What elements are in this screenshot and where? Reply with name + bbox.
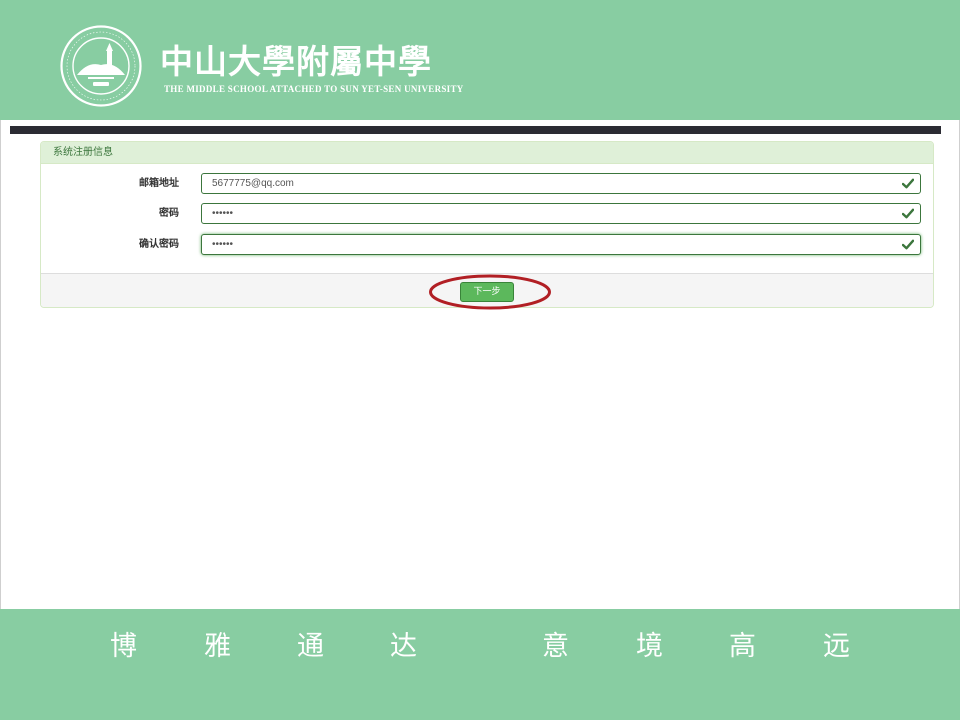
password-row: 密码 •••••• (41, 203, 933, 225)
school-name-en: THE MIDDLE SCHOOL ATTACHED TO SUN YET-SE… (164, 84, 464, 94)
motto-char: 通 (297, 631, 324, 662)
confirm-password-value: •••••• (212, 239, 234, 250)
password-value: •••••• (212, 208, 234, 219)
panel-title: 系统注册信息 (41, 142, 933, 164)
email-row: 邮箱地址 5677775@qq.com (41, 173, 933, 195)
page-footer: 博 雅 通 达 意 境 高 远 (0, 609, 960, 720)
header-divider-bar (10, 126, 941, 134)
motto-char: 博 (110, 631, 137, 662)
motto-char: 意 (542, 631, 569, 662)
page-header: 中山大學附屬中學 THE MIDDLE SCHOOL ATTACHED TO S… (0, 0, 960, 120)
check-icon (902, 239, 914, 250)
confirm-password-field[interactable]: •••••• (201, 234, 921, 255)
motto-char: 高 (729, 631, 756, 662)
password-label: 密码 (159, 208, 179, 219)
email-field[interactable]: 5677775@qq.com (201, 173, 921, 194)
motto-char: 雅 (204, 631, 231, 662)
left-border-line (0, 120, 1, 609)
school-seal-icon (60, 25, 142, 107)
highlight-ellipse (429, 274, 551, 310)
email-value: 5677775@qq.com (212, 178, 294, 189)
motto-char: 境 (636, 631, 663, 662)
email-label: 邮箱地址 (139, 178, 179, 189)
confirm-password-label: 确认密码 (139, 239, 179, 250)
check-icon (902, 178, 914, 189)
school-name-cn: 中山大學附屬中學 (160, 42, 432, 81)
motto-char: 远 (823, 631, 850, 662)
motto-char: 达 (390, 631, 417, 662)
confirm-password-row: 确认密码 •••••• (41, 234, 933, 256)
password-field[interactable]: •••••• (201, 203, 921, 224)
check-icon (902, 208, 914, 219)
